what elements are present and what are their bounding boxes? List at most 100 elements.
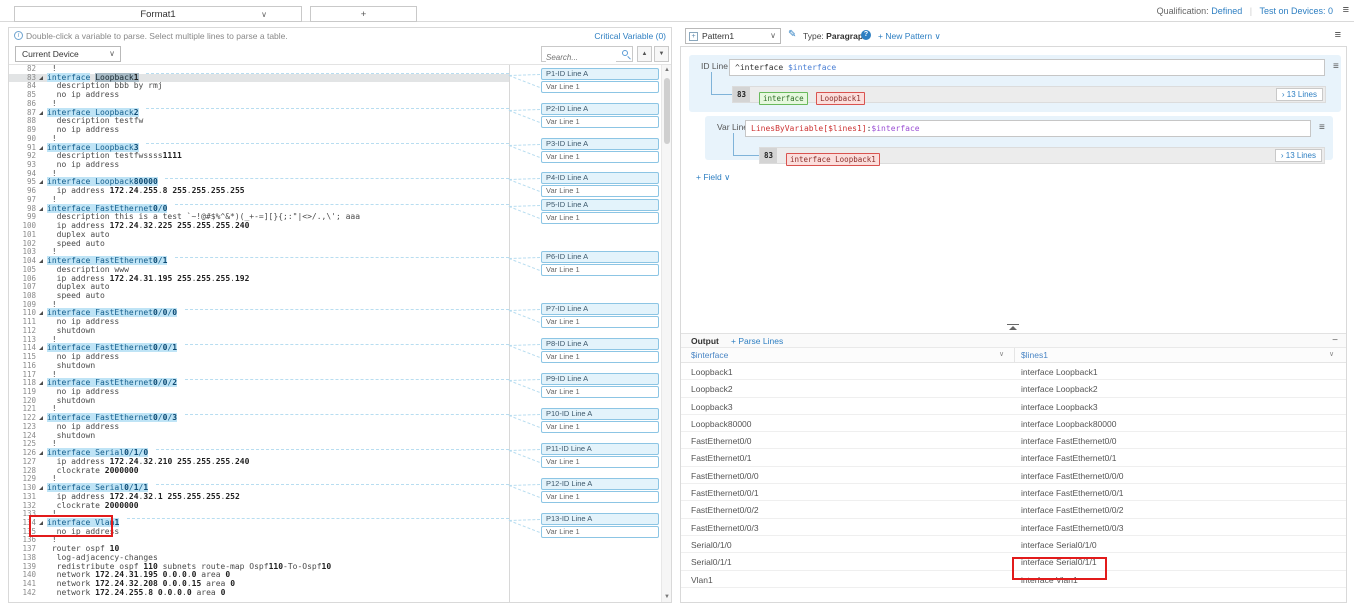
id-line-match-row[interactable]: 83 interface Loopback1 › 13 Lines	[732, 86, 1326, 103]
output-row[interactable]: Loopback3interface Loopback3	[681, 398, 1346, 415]
id-line-badge[interactable]: P12-ID Line A	[541, 478, 659, 490]
var-line-menu-icon[interactable]: ≡	[1319, 122, 1325, 133]
search-icon[interactable]	[622, 50, 628, 56]
output-row[interactable]: FastEthernet0/0/2interface FastEthernet0…	[681, 501, 1346, 518]
add-field-button[interactable]: + Field ∨	[696, 172, 730, 183]
id-line-menu-icon[interactable]: ≡	[1333, 61, 1339, 72]
var-line-badge[interactable]: Var Line 1	[541, 116, 659, 128]
id-line-badge[interactable]: P3-ID Line A	[541, 138, 659, 150]
id-line-badge[interactable]: P1-ID Line A	[541, 68, 659, 80]
var-line-badge[interactable]: Var Line 1	[541, 351, 659, 363]
pattern-selector[interactable]: + Pattern1 ∨	[685, 28, 781, 44]
var-line-badge[interactable]: Var Line 1	[541, 151, 659, 163]
menu-icon[interactable]: ≡	[1343, 4, 1349, 16]
critical-variable-link[interactable]: Critical Variable (0)	[594, 31, 666, 41]
id-line-badge[interactable]: P5-ID Line A	[541, 199, 659, 211]
config-line[interactable]: 116 shutdown	[9, 362, 509, 371]
output-row[interactable]: Loopback2interface Loopback2	[681, 380, 1346, 397]
id-line-expression-input[interactable]: ^interface $interface	[729, 59, 1325, 76]
minimize-output-icon[interactable]: −	[1332, 335, 1338, 346]
collapse-triangle-icon[interactable]	[39, 111, 43, 115]
var-line-badge[interactable]: Var Line 1	[541, 491, 659, 503]
test-on-devices-link[interactable]: Test on Devices: 0	[1259, 6, 1333, 16]
config-line[interactable]: 85 no ip address	[9, 91, 509, 100]
scrollbar-thumb[interactable]	[664, 78, 670, 144]
collapse-triangle-icon[interactable]	[39, 207, 43, 211]
id-line-badge[interactable]: P13-ID Line A	[541, 513, 659, 525]
var-line-badge[interactable]: Var Line 1	[541, 421, 659, 433]
tab-format1[interactable]: Format1 ∨	[14, 6, 302, 22]
config-line[interactable]: 124 shutdown	[9, 432, 509, 441]
id-line-badge[interactable]: P2-ID Line A	[541, 103, 659, 115]
collapse-triangle-icon[interactable]	[39, 486, 43, 490]
id-line-badge[interactable]: P8-ID Line A	[541, 338, 659, 350]
scroll-down-icon[interactable]: ▼	[662, 594, 671, 600]
config-line[interactable]: 96 ip address 172.24.255.8 255.255.255.2…	[9, 187, 509, 196]
output-row[interactable]: FastEthernet0/1interface FastEthernet0/1	[681, 449, 1346, 466]
config-line[interactable]: 93 no ip address	[9, 161, 509, 170]
collapse-triangle-icon[interactable]	[39, 311, 43, 315]
var-line-badge[interactable]: Var Line 1	[541, 81, 659, 93]
search-prev-button[interactable]: ▲	[637, 46, 652, 62]
variable-token[interactable]: Loopback1	[816, 92, 865, 105]
output-row[interactable]: Loopback1interface Loopback1	[681, 363, 1346, 380]
variable-token[interactable]: interface Loopback1	[786, 153, 880, 166]
var-line-badge[interactable]: Var Line 1	[541, 386, 659, 398]
output-row[interactable]: Serial0/1/0interface Serial0/1/0	[681, 536, 1346, 553]
new-pattern-button[interactable]: + New Pattern ∨	[878, 31, 941, 42]
device-selector[interactable]: Current Device ∨	[15, 46, 121, 62]
var-line-badge[interactable]: Var Line 1	[541, 264, 659, 276]
column-header-lines1[interactable]: $lines1	[1021, 350, 1048, 360]
config-editor[interactable]: ▲ ▼ 82 !83interface Loopback184 descript…	[9, 65, 671, 602]
search-next-button[interactable]: ▼	[654, 46, 669, 62]
collapse-triangle-icon[interactable]	[39, 381, 43, 385]
collapse-triangle-icon[interactable]	[39, 76, 43, 80]
output-row[interactable]: Loopback80000interface Loopback80000	[681, 415, 1346, 432]
id-line-badge[interactable]: P11-ID Line A	[541, 443, 659, 455]
var-line-expand-link[interactable]: › 13 Lines	[1275, 149, 1322, 162]
id-line-badge[interactable]: P4-ID Line A	[541, 172, 659, 184]
pattern-menu-icon[interactable]: ≡	[1335, 29, 1341, 41]
collapse-triangle-icon[interactable]	[39, 146, 43, 150]
id-line-badge[interactable]: P7-ID Line A	[541, 303, 659, 315]
output-row[interactable]: FastEthernet0/0/3interface FastEthernet0…	[681, 519, 1346, 536]
config-line[interactable]: 102 speed auto	[9, 240, 509, 249]
id-line-badge[interactable]: P9-ID Line A	[541, 373, 659, 385]
keyword-token[interactable]: interface	[759, 92, 808, 105]
qualification-defined-link[interactable]: Defined	[1211, 6, 1242, 16]
config-line[interactable]: 132 clockrate 2000000	[9, 502, 509, 511]
help-icon[interactable]: ?	[861, 30, 871, 40]
config-line[interactable]: 142 network 172.24.255.8 0.0.0.0 area 0	[9, 589, 509, 598]
collapse-triangle-icon[interactable]	[39, 416, 43, 420]
output-row[interactable]: FastEthernet0/0/1interface FastEthernet0…	[681, 484, 1346, 501]
config-line[interactable]: 120 shutdown	[9, 397, 509, 406]
parse-lines-button[interactable]: + Parse Lines	[731, 336, 783, 346]
output-row[interactable]: FastEthernet0/0interface FastEthernet0/0	[681, 432, 1346, 449]
config-line[interactable]: 128 clockrate 2000000	[9, 467, 509, 476]
search-input[interactable]	[546, 51, 616, 64]
chevron-down-icon[interactable]: ∨	[261, 7, 267, 22]
var-line-badge[interactable]: Var Line 1	[541, 316, 659, 328]
output-row[interactable]: FastEthernet0/0/0interface FastEthernet0…	[681, 467, 1346, 484]
var-line-badge[interactable]: Var Line 1	[541, 526, 659, 538]
config-line[interactable]: 108 speed auto	[9, 292, 509, 301]
chevron-down-icon[interactable]: ∨	[999, 350, 1004, 358]
editor-scrollbar[interactable]: ▲ ▼	[661, 65, 671, 602]
edit-pattern-icon[interactable]: ✎	[788, 29, 796, 40]
collapse-triangle-icon[interactable]	[39, 180, 43, 184]
var-line-expression-input[interactable]: LinesByVariable[$lines1]:$interface	[745, 120, 1311, 137]
chevron-down-icon[interactable]: ∨	[1329, 350, 1334, 358]
id-line-badge[interactable]: P10-ID Line A	[541, 408, 659, 420]
var-line-badge[interactable]: Var Line 1	[541, 185, 659, 197]
column-header-interface[interactable]: $interface	[691, 350, 728, 360]
var-line-match-row[interactable]: 83 interface Loopback1 › 13 Lines	[759, 147, 1325, 164]
config-line[interactable]: 112 shutdown	[9, 327, 509, 336]
var-line-badge[interactable]: Var Line 1	[541, 212, 659, 224]
id-line-expand-link[interactable]: › 13 Lines	[1276, 88, 1323, 101]
collapse-triangle-icon[interactable]	[39, 259, 43, 263]
var-line-badge[interactable]: Var Line 1	[541, 456, 659, 468]
collapse-triangle-icon[interactable]	[39, 451, 43, 455]
config-line[interactable]: 89 no ip address	[9, 126, 509, 135]
collapse-output-icon[interactable]	[1007, 324, 1019, 330]
id-line-badge[interactable]: P6-ID Line A	[541, 251, 659, 263]
